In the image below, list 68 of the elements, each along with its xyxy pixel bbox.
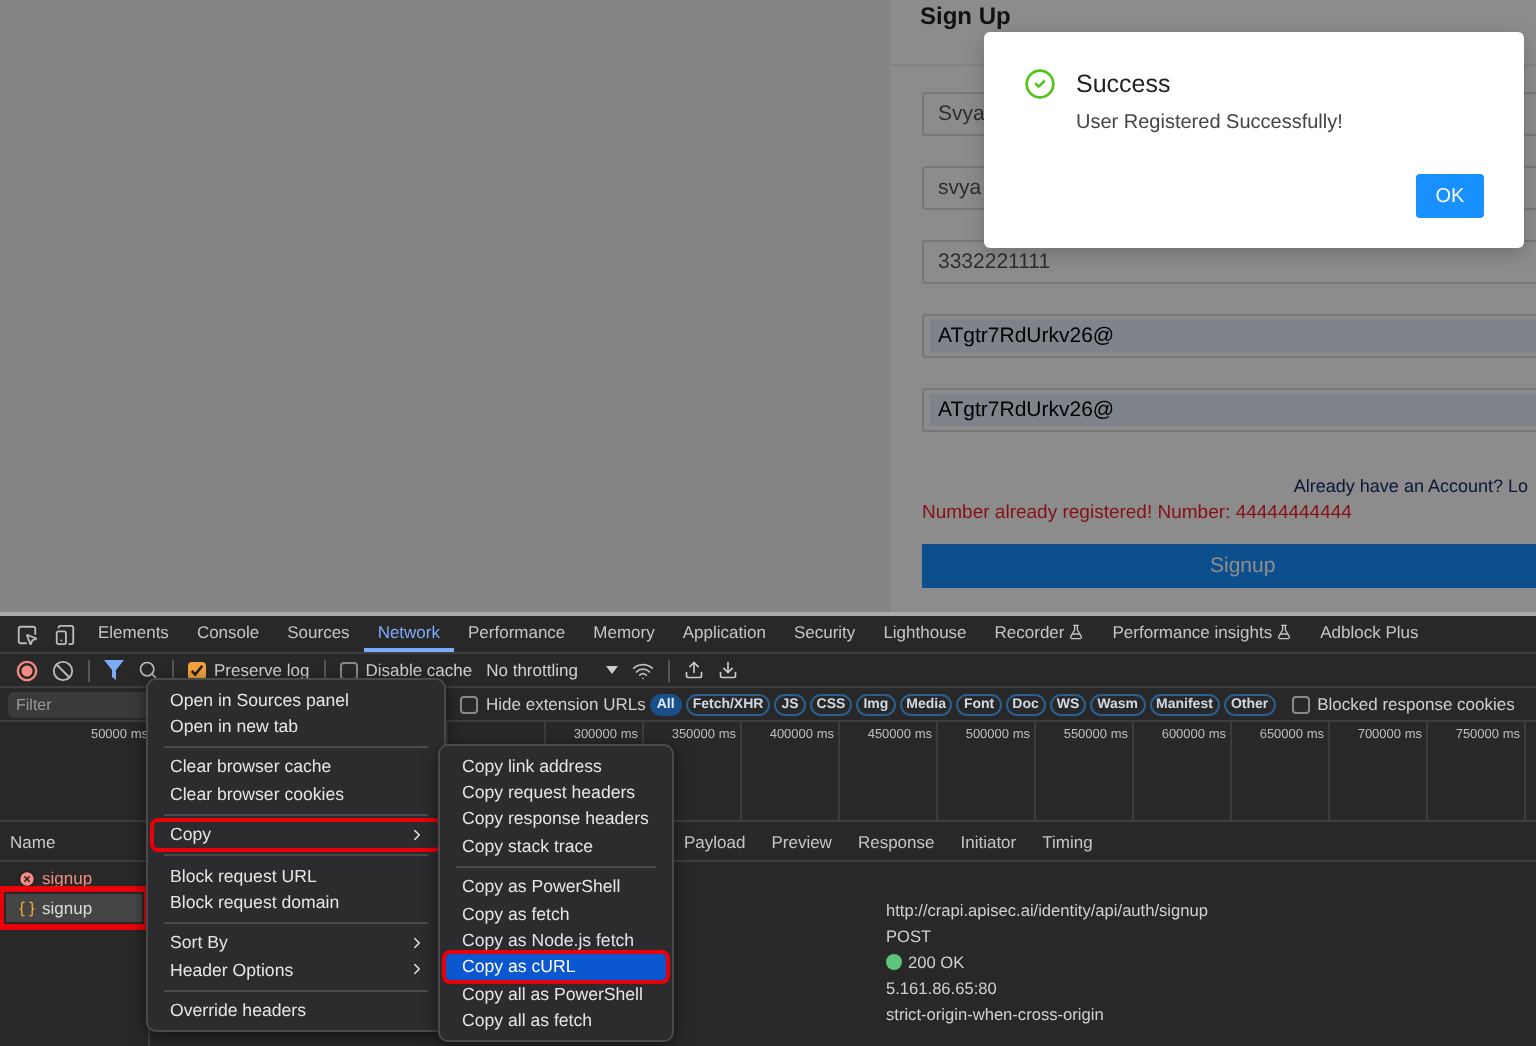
devtools-tab[interactable]: Memory: [579, 616, 669, 652]
menu-item[interactable]: Override headers: [154, 997, 438, 1024]
devtools-tab[interactable]: Security: [779, 616, 870, 652]
devtools-tab[interactable]: Application: [668, 616, 780, 652]
dialog-message: User Registered Successfully!: [1076, 112, 1345, 134]
detail-tab[interactable]: Timing: [1042, 831, 1093, 851]
menu-item[interactable]: Copy all as PowerShell: [446, 980, 666, 1008]
flask-icon: [1068, 624, 1085, 640]
input-field[interactable]: ATgtr7RdUrkv26@: [922, 314, 1536, 358]
input-field[interactable]: ATgtr7RdUrkv26@: [922, 388, 1536, 432]
detail-tab[interactable]: Response: [857, 831, 935, 851]
detail-tab[interactable]: Initiator: [960, 831, 1017, 851]
checkbox[interactable]: Hide extension URLs: [460, 694, 646, 714]
login-prompt: Already have an Account? Lo: [1293, 476, 1528, 496]
clear-icon[interactable]: [52, 659, 74, 681]
braces-icon: [18, 899, 36, 917]
menu-item[interactable]: Header Options: [154, 956, 438, 984]
upload-icon[interactable]: [683, 660, 704, 680]
detail-tab[interactable]: Preview: [771, 831, 832, 851]
devtools-tab[interactable]: Recorder: [980, 616, 1099, 652]
menu-item[interactable]: Copy as cURL: [446, 953, 666, 981]
request-row[interactable]: signup: [6, 864, 142, 892]
caret-icon: [605, 666, 618, 674]
record-icon[interactable]: [16, 659, 38, 681]
download-icon[interactable]: [717, 660, 738, 680]
menu-item[interactable]: Block request domain: [154, 888, 438, 916]
wifi-icon[interactable]: [631, 659, 654, 681]
menu-item[interactable]: Sort By: [154, 929, 438, 957]
device-icon[interactable]: [54, 623, 76, 645]
throttling-select[interactable]: No throttling: [486, 660, 618, 680]
detail-tab[interactable]: Payload: [684, 831, 746, 851]
devtools-tab[interactable]: Console: [182, 616, 274, 652]
menu-item[interactable]: Copy request headers: [446, 778, 666, 806]
success-icon: [1024, 68, 1056, 100]
menu-item[interactable]: Copy as fetch: [446, 899, 666, 927]
error-icon: [18, 869, 36, 887]
menu-item[interactable]: Copy link address: [446, 752, 666, 779]
devtools-tab[interactable]: Elements: [84, 616, 183, 652]
menu-item[interactable]: Clear browser cache: [154, 753, 438, 781]
devtools-tab[interactable]: Network: [363, 616, 454, 652]
menu-item[interactable]: Copy: [154, 821, 438, 848]
status-value: 200 OK: [886, 952, 1536, 972]
dialog-title: Success: [1076, 70, 1171, 98]
flask-icon: [1276, 624, 1293, 640]
devtools-tab[interactable]: Lighthouse: [869, 616, 981, 652]
menu-item[interactable]: Copy stack trace: [446, 832, 666, 860]
devtools-tab[interactable]: Adblock Plus: [1306, 616, 1433, 652]
menu-item[interactable]: Block request URL: [154, 861, 438, 889]
devtools-tab[interactable]: Performance: [454, 616, 580, 652]
filter-icon[interactable]: [104, 660, 124, 680]
menu-item[interactable]: Open in Sources panel: [154, 686, 438, 713]
header-value: 5.161.86.65:80: [886, 978, 999, 998]
inspect-icon[interactable]: [16, 623, 38, 645]
menu-item[interactable]: Copy as Node.js fetch: [446, 926, 666, 954]
search-icon[interactable]: [138, 660, 158, 680]
header-value: POST: [886, 926, 934, 946]
menu-item[interactable]: Copy all as fetch: [446, 1007, 666, 1034]
menu-item[interactable]: Open in new tab: [154, 712, 438, 740]
devtools-tab[interactable]: Sources: [273, 616, 364, 652]
menu-item[interactable]: Copy response headers: [446, 805, 666, 833]
menu-item[interactable]: Copy as PowerShell: [446, 873, 666, 900]
checkbox[interactable]: Blocked response cookies: [1291, 694, 1515, 714]
devtools-tab[interactable]: Performance insights: [1098, 616, 1307, 652]
error-message: Number already registered! Number: 44444444444: [922, 502, 1354, 524]
menu-item[interactable]: Clear browser cookies: [154, 780, 438, 808]
request-row[interactable]: signup: [6, 894, 142, 922]
header-value: strict-origin-when-cross-origin: [886, 1004, 1106, 1024]
header-value: http://crapi.apisec.ai/identity/api/auth/signup: [886, 900, 1210, 920]
